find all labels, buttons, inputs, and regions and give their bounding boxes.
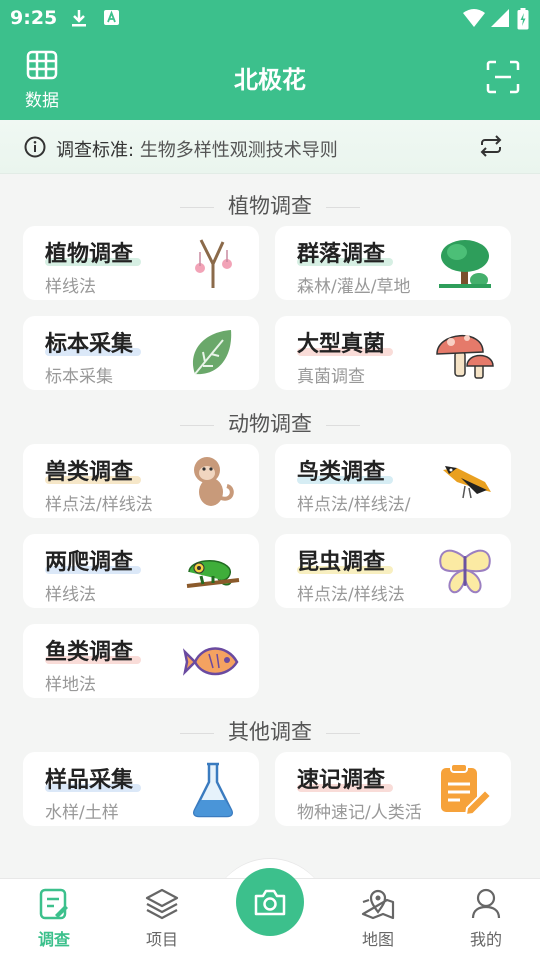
- card-plant-survey[interactable]: 植物调查 样线法: [23, 226, 259, 300]
- nav-tab-project[interactable]: 项目: [130, 888, 194, 950]
- notepad-icon: [435, 760, 495, 818]
- card-title: 昆虫调查: [297, 550, 386, 575]
- nav-tab-mine[interactable]: 我的: [454, 888, 518, 950]
- top-bar: 9:25 数据 北极花: [0, 0, 540, 120]
- fish-icon: [182, 632, 243, 690]
- battery-icon: [517, 8, 529, 34]
- card-subtitle: 样线法: [45, 277, 96, 297]
- card-subtitle: 样地法: [45, 675, 96, 695]
- card-title: 速记调查: [297, 768, 386, 793]
- status-bar: 9:25: [0, 0, 540, 36]
- monkey-icon: [183, 452, 243, 510]
- section-title-other: 其他调查: [0, 716, 540, 746]
- card-bird-survey[interactable]: 鸟类调查 样点法/样线法/: [275, 444, 511, 518]
- card-community-survey[interactable]: 群落调查 森林/灌丛/草地: [275, 226, 511, 300]
- card-title: 鱼类调查: [45, 640, 134, 665]
- card-title: 标本采集: [45, 332, 134, 357]
- status-time: 9:25: [10, 7, 58, 29]
- chameleon-icon: [183, 542, 243, 600]
- flask-icon: [183, 760, 243, 818]
- card-subtitle: 样点法/样线法/: [297, 495, 411, 515]
- section-title-animal: 动物调查: [0, 408, 540, 438]
- card-title: 群落调查: [297, 242, 386, 267]
- card-title: 样品采集: [45, 768, 134, 793]
- survey-standard-key: 调查标准:: [56, 140, 135, 161]
- wifi-icon: [462, 8, 486, 32]
- card-subtitle: 样点法/样线法: [45, 495, 153, 515]
- card-subtitle: 真菌调查: [297, 367, 365, 387]
- card-herp-survey[interactable]: 两爬调查 样线法: [23, 534, 259, 608]
- card-subtitle: 森林/灌丛/草地: [297, 277, 411, 297]
- card-title: 植物调查: [45, 242, 134, 267]
- nav-label-project: 项目: [145, 930, 178, 949]
- card-specimen-collection[interactable]: 标本采集 标本采集: [23, 316, 259, 390]
- switch-icon[interactable]: [478, 134, 504, 162]
- card-subtitle: 水样/土样: [45, 803, 119, 823]
- scan-button[interactable]: [486, 60, 520, 94]
- bird-icon: [435, 452, 495, 510]
- twig-icon: [183, 234, 243, 292]
- card-title: 大型真菌: [297, 332, 386, 357]
- card-macrofungi[interactable]: 大型真菌 真菌调查: [275, 316, 511, 390]
- scan-icon: [486, 60, 520, 94]
- camera-icon: [253, 887, 287, 921]
- card-subtitle: 标本采集: [45, 367, 113, 387]
- card-subtitle: 样点法/样线法: [297, 585, 405, 605]
- nav-label-mine: 我的: [469, 930, 502, 949]
- mushroom-icon: [435, 324, 495, 382]
- card-subtitle: 物种速记/人类活: [297, 803, 422, 823]
- clipboard-edit-icon: [39, 888, 69, 924]
- card-sample-collection[interactable]: 样品采集 水样/土样: [23, 752, 259, 826]
- signal-icon: [490, 8, 510, 32]
- download-icon: [70, 8, 88, 32]
- info-icon: [24, 136, 46, 162]
- card-subtitle: 样线法: [45, 585, 96, 605]
- card-title: 两爬调查: [45, 550, 134, 575]
- survey-standard-value: 生物多样性观测技术导则: [139, 140, 338, 161]
- card-title: 鸟类调查: [297, 460, 386, 485]
- page-title: 北极花: [234, 66, 306, 94]
- nav-label-survey: 调查: [37, 930, 70, 949]
- card-title: 兽类调查: [45, 460, 134, 485]
- survey-standard-text: 调查标准: 生物多样性观测技术导则: [56, 136, 338, 162]
- card-fish-survey[interactable]: 鱼类调查 样地法: [23, 624, 259, 698]
- leaf-icon: [183, 324, 243, 382]
- nav-tab-survey[interactable]: 调查: [22, 888, 86, 950]
- camera-button[interactable]: [236, 868, 304, 936]
- nav-tab-map[interactable]: 地图: [346, 888, 410, 950]
- tree-icon: [435, 234, 495, 292]
- card-insect-survey[interactable]: 昆虫调查 样点法/样线法: [275, 534, 511, 608]
- map-pin-icon: [361, 889, 395, 924]
- app-notification-icon: [103, 8, 121, 32]
- layers-icon: [145, 888, 179, 924]
- butterfly-icon: [435, 542, 495, 600]
- user-icon: [471, 888, 501, 924]
- section-title-plant: 植物调查: [0, 190, 540, 220]
- card-mammal-survey[interactable]: 兽类调查 样点法/样线法: [23, 444, 259, 518]
- card-quick-note-survey[interactable]: 速记调查 物种速记/人类活: [275, 752, 511, 826]
- nav-label-map: 地图: [361, 930, 394, 949]
